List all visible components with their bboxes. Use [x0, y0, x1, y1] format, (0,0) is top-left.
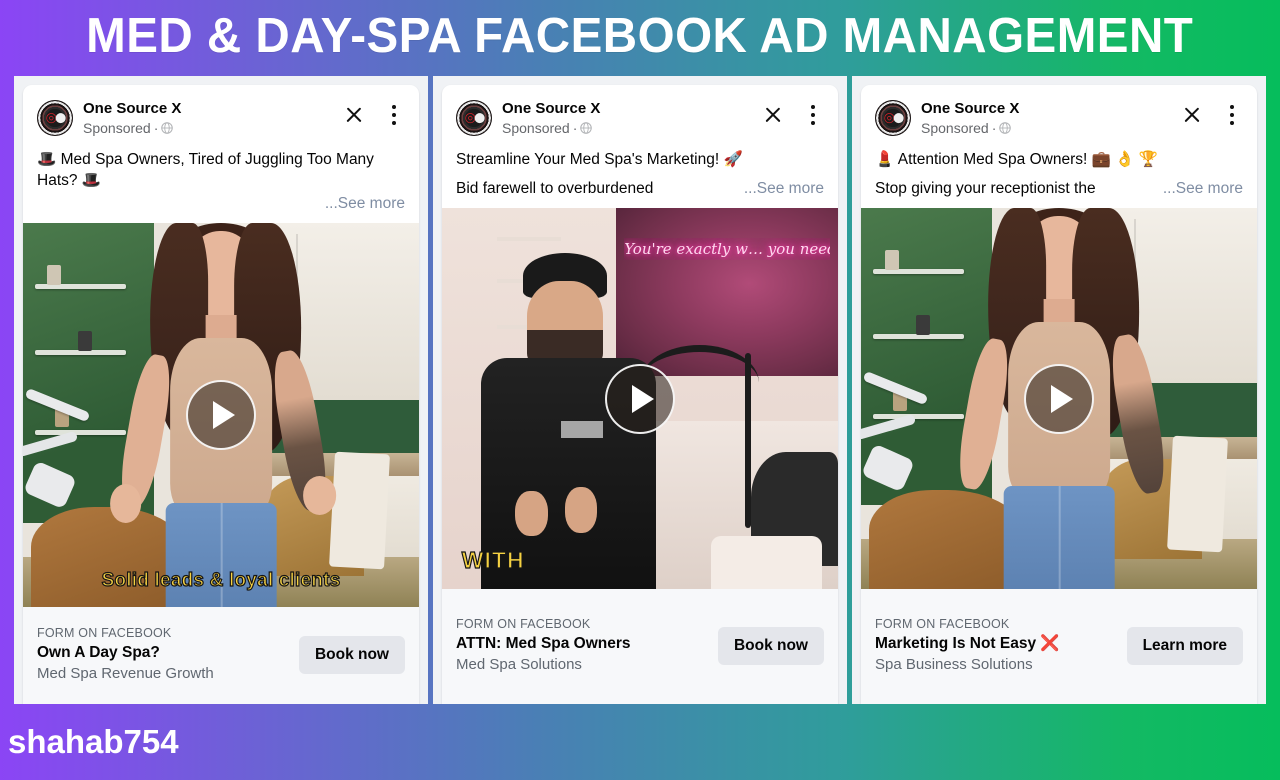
facebook-ad-card-3[interactable]: ◎ ● One Source X Sponsored · 💄 Attention…: [861, 85, 1257, 704]
cta-button[interactable]: Learn more: [1126, 626, 1243, 665]
cta-subtitle: Spa Business Solutions: [875, 656, 1033, 673]
globe-icon: [999, 122, 1012, 134]
ad-cards-row: ◎ ● One Source X Sponsored · 🎩 Med Spa O…: [14, 76, 1266, 704]
separator-dot: ·: [991, 120, 997, 136]
cta-button[interactable]: Book now: [717, 626, 824, 665]
see-more-link[interactable]: ...See more: [325, 195, 405, 212]
facebook-ad-card-2[interactable]: ◎ ● One Source X Sponsored · Streamline …: [442, 85, 838, 704]
close-icon: [345, 106, 363, 124]
header-banner: MED & DAY-SPA FACEBOOK AD MANAGEMENT: [0, 0, 1280, 72]
more-options-button[interactable]: [383, 104, 405, 126]
more-options-button[interactable]: [802, 104, 824, 126]
page-title: MED & DAY-SPA FACEBOOK AD MANAGEMENT: [86, 9, 1194, 63]
sponsored-text: Sponsored: [502, 120, 570, 136]
ad-cta-footer: FORM ON FACEBOOK ATTN: Med Spa Owners Me…: [442, 589, 838, 704]
close-button[interactable]: [343, 104, 365, 126]
cta-kicker: FORM ON FACEBOOK: [37, 626, 172, 640]
close-button[interactable]: [762, 104, 784, 126]
close-icon: [1183, 106, 1201, 124]
see-more-link[interactable]: ...See more: [744, 180, 824, 198]
brand-logo-icon: ◎ ●: [45, 110, 67, 126]
more-options-icon: [1229, 105, 1235, 125]
ad-primary-text-block: 💄 Attention Med Spa Owners! 💼 👌 🏆: [861, 137, 1257, 170]
globe-icon: [161, 122, 174, 134]
ad-column-1: ◎ ● One Source X Sponsored · 🎩 Med Spa O…: [14, 76, 428, 704]
ad-header: ◎ ● One Source X Sponsored ·: [442, 85, 838, 137]
avatar[interactable]: ◎ ●: [875, 100, 911, 136]
see-more-link[interactable]: ...See more: [1163, 180, 1243, 198]
cta-subtitle: Med Spa Revenue Growth: [37, 665, 214, 682]
ad-primary-text-block: Streamline Your Med Spa's Marketing! 🚀: [442, 137, 838, 170]
ad-header: ◎ ● One Source X Sponsored ·: [23, 85, 419, 137]
avatar[interactable]: ◎ ●: [37, 100, 73, 136]
video-caption: WITH: [461, 546, 525, 573]
cta-title: Marketing Is Not Easy ❌: [875, 635, 1060, 652]
see-more-row: Stop giving your receptionist the ...See…: [861, 170, 1257, 208]
ad-primary-text: Streamline Your Med Spa's Marketing! 🚀: [456, 151, 743, 168]
more-options-icon: [810, 105, 816, 125]
avatar[interactable]: ◎ ●: [456, 100, 492, 136]
more-options-button[interactable]: [1221, 104, 1243, 126]
sponsored-label: Sponsored ·: [502, 119, 762, 137]
page-name[interactable]: One Source X: [83, 100, 343, 118]
cta-subtitle: Med Spa Solutions: [456, 656, 582, 673]
ad-primary-text: 💄 Attention Med Spa Owners! 💼 👌 🏆: [875, 151, 1159, 168]
cta-kicker: FORM ON FACEBOOK: [875, 617, 1010, 631]
username-label: shahab754: [8, 723, 179, 760]
sponsored-label: Sponsored ·: [921, 119, 1181, 137]
cta-title: Own A Day Spa?: [37, 644, 160, 661]
globe-icon: [580, 122, 593, 134]
ad-cta-footer: FORM ON FACEBOOK Own A Day Spa? Med Spa …: [23, 607, 419, 704]
play-button-icon[interactable]: [605, 363, 675, 434]
ad-primary-text-line2: Stop giving your receptionist the: [875, 180, 1096, 197]
facebook-ad-card-1[interactable]: ◎ ● One Source X Sponsored · 🎩 Med Spa O…: [23, 85, 419, 704]
sponsored-label: Sponsored ·: [83, 119, 343, 137]
sponsored-text: Sponsored: [921, 120, 989, 136]
see-more-row: ...See more: [23, 191, 419, 223]
separator-dot: ·: [153, 120, 159, 136]
ad-header: ◎ ● One Source X Sponsored ·: [861, 85, 1257, 137]
ad-video-thumbnail[interactable]: [861, 208, 1257, 589]
close-icon: [764, 106, 782, 124]
play-button-icon[interactable]: [1024, 363, 1094, 434]
ad-primary-text: 🎩 Med Spa Owners, Tired of Juggling Too …: [37, 151, 374, 189]
footer-bar: shahab754: [0, 704, 1280, 780]
ad-primary-text-block: 🎩 Med Spa Owners, Tired of Juggling Too …: [23, 137, 419, 191]
page-name[interactable]: One Source X: [502, 100, 762, 118]
ad-column-3: ◎ ● One Source X Sponsored · 💄 Attention…: [852, 76, 1266, 704]
page-name[interactable]: One Source X: [921, 100, 1181, 118]
separator-dot: ·: [572, 120, 578, 136]
close-button[interactable]: [1181, 104, 1203, 126]
ad-video-thumbnail[interactable]: Solid leads & loyal clients: [23, 223, 419, 607]
more-options-icon: [391, 105, 397, 125]
cta-kicker: FORM ON FACEBOOK: [456, 617, 591, 631]
cta-button[interactable]: Book now: [298, 635, 405, 674]
brand-logo-icon: ◎ ●: [883, 110, 905, 126]
play-button-icon[interactable]: [186, 380, 256, 450]
ad-cta-footer: FORM ON FACEBOOK Marketing Is Not Easy ❌…: [861, 589, 1257, 704]
see-more-row: Bid farewell to overburdened ...See more: [442, 170, 838, 208]
ad-column-2: ◎ ● One Source X Sponsored · Streamline …: [433, 76, 847, 704]
video-caption: Solid leads & loyal clients: [101, 569, 341, 591]
sponsored-text: Sponsored: [83, 120, 151, 136]
ad-primary-text-line2: Bid farewell to overburdened: [456, 180, 654, 197]
cta-title: ATTN: Med Spa Owners: [456, 635, 631, 652]
brand-logo-icon: ◎ ●: [464, 110, 486, 126]
ad-video-thumbnail[interactable]: You're exactly w… you need to b…: [442, 208, 838, 589]
screenshot-root: MED & DAY-SPA FACEBOOK AD MANAGEMENT ◎ ● …: [0, 0, 1280, 780]
